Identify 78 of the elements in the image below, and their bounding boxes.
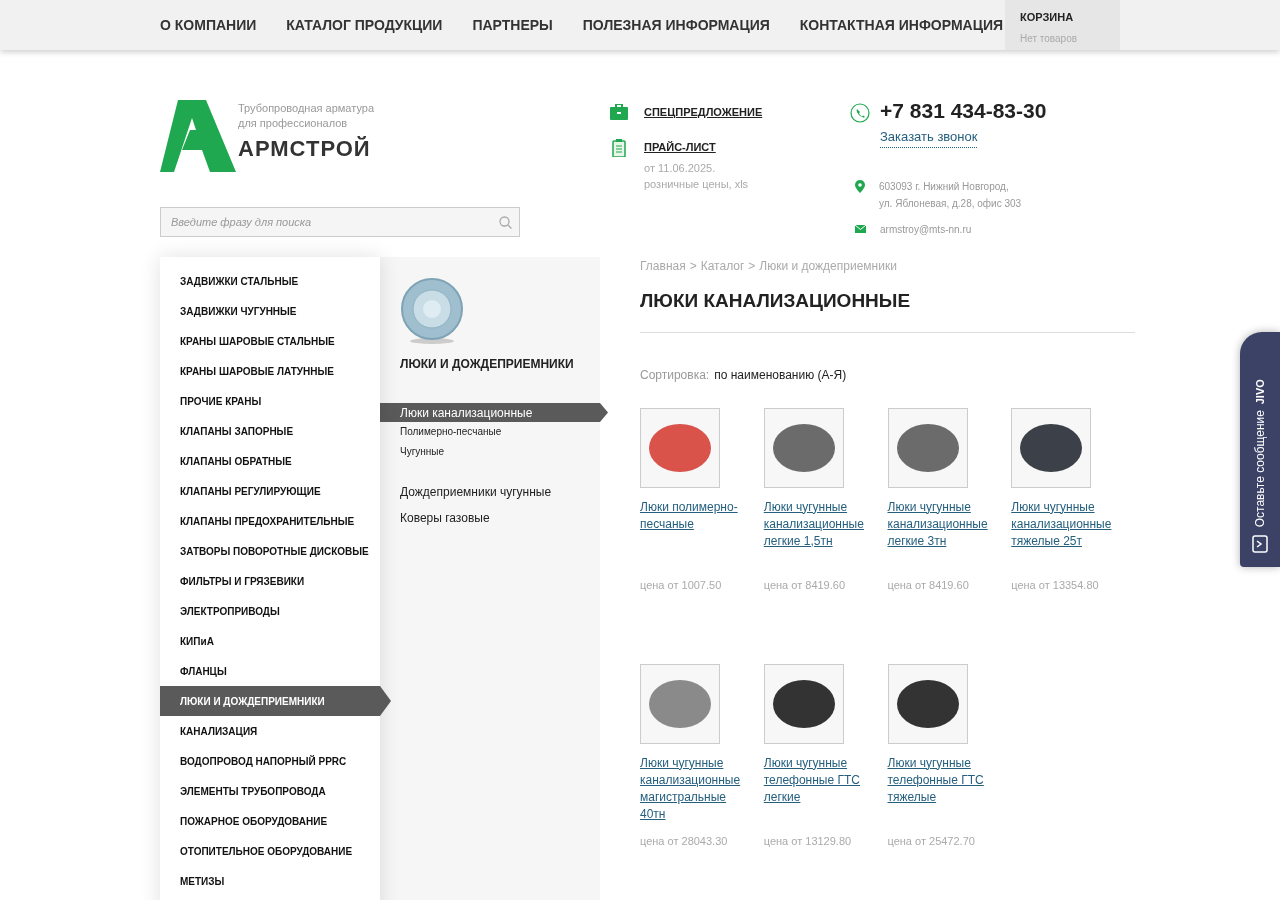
subpanel-title: ЛЮКИ И ДОЖДЕПРИЕМНИКИ bbox=[400, 356, 575, 373]
chat-widget-tab[interactable]: Оставьте сообщение JIVO bbox=[1240, 332, 1280, 567]
category-item[interactable]: ВОДОПРОВОД НАПОРНЫЙ PPRC bbox=[160, 746, 380, 776]
nav-link[interactable]: ПОЛЕЗНАЯ ИНФОРМАЦИЯ bbox=[582, 14, 770, 36]
category-item[interactable]: ОТОПИТЕЛЬНОЕ ОБОРУДОВАНИЕ bbox=[160, 836, 380, 866]
callback-link[interactable]: Заказать звонок bbox=[880, 127, 978, 148]
header-link[interactable]: СПЕЦПРЕДЛОЖЕНИЕ bbox=[644, 104, 763, 121]
product-price: цена от 25472.70 bbox=[887, 833, 976, 849]
category-item[interactable]: КИПиА bbox=[160, 626, 380, 656]
subcategory-item[interactable]: Дождеприемники чугунные bbox=[380, 482, 600, 501]
nav-link[interactable]: КОНТАКТНАЯ ИНФОРМАЦИЯ bbox=[799, 14, 1004, 36]
email-text: armstroy@mts-nn.ru bbox=[880, 222, 972, 237]
product-link[interactable]: Люки чугунные телефонные ГТС тяжелые bbox=[887, 754, 998, 825]
product-link[interactable]: Люки чугунные канализационные магистральные 40тн bbox=[640, 754, 750, 825]
category-item[interactable]: ЗАДВИЖКИ ЧУГУННЫЕ bbox=[160, 296, 380, 326]
price-list-note: розничные цены, xls bbox=[644, 177, 749, 192]
logo-tagline: Трубопроводная арматура bbox=[238, 101, 374, 116]
breadcrumb-separator: > bbox=[748, 258, 756, 275]
chat-widget-label: Оставьте сообщение bbox=[1252, 409, 1268, 527]
product-link[interactable]: Люки чугунные канализационные легкие 3тн bbox=[887, 498, 998, 569]
address-line: 603093 г. Нижний Новгород, bbox=[879, 179, 1010, 194]
logo-mark-icon bbox=[160, 100, 236, 172]
price-list-note: от 11.06.2025. bbox=[644, 161, 717, 176]
manhole-cover-icon bbox=[400, 277, 464, 345]
nav-link[interactable]: ПАРТНЕРЫ bbox=[472, 14, 553, 36]
subcategory-item[interactable]: Коверы газовые bbox=[380, 508, 600, 527]
chat-widget-brand: JIVO bbox=[1252, 378, 1267, 404]
sort-label: Сортировка: bbox=[640, 366, 710, 384]
category-item[interactable]: ПОЖАРНОЕ ОБОРУДОВАНИЕ bbox=[160, 806, 380, 836]
subcategory-child-item[interactable]: Чугунные bbox=[380, 442, 600, 462]
category-item[interactable]: ЭЛЕКТРОПРИВОДЫ bbox=[160, 596, 380, 626]
product-photo[interactable] bbox=[1011, 407, 1092, 488]
category-item[interactable]: КРАНЫ ШАРОВЫЕ СТАЛЬНЫЕ bbox=[160, 326, 380, 356]
logo-tagline: для профессионалов bbox=[238, 116, 349, 131]
category-item[interactable]: ФЛАНЦЫ bbox=[160, 656, 380, 686]
category-item[interactable]: КЛАПАНЫ РЕГУЛИРУЮЩИЕ bbox=[160, 476, 380, 506]
product-price: цена от 8419.60 bbox=[763, 577, 847, 593]
category-item[interactable]: КЛАПАНЫ ЗАПОРНЫЕ bbox=[160, 416, 380, 446]
breadcrumb-separator: > bbox=[689, 258, 697, 275]
category-item[interactable]: ФИЛЬТРЫ И ГРЯЗЕВИКИ bbox=[160, 566, 380, 596]
nav-link[interactable]: КАТАЛОГ ПРОДУКЦИИ bbox=[286, 14, 443, 36]
nav-link[interactable]: О КОМПАНИИ bbox=[160, 14, 257, 36]
cart-title: КОРЗИНА bbox=[1020, 10, 1075, 25]
category-item[interactable]: ЛЮКИ И ДОЖДЕПРИЕМНИКИ bbox=[160, 686, 391, 716]
product-link[interactable]: Люки чугунные канализационные легкие 1,5тн bbox=[763, 498, 874, 569]
product-photo[interactable] bbox=[763, 663, 844, 744]
phone-icon bbox=[850, 103, 870, 123]
category-item[interactable]: КАНАЛИЗАЦИЯ bbox=[160, 716, 380, 746]
category-item[interactable]: МЕТИЗЫ bbox=[160, 866, 380, 896]
product-price: цена от 1007.50 bbox=[640, 577, 723, 593]
location-pin-icon bbox=[855, 179, 865, 193]
sort-option[interactable]: по наименованию (А-Я) bbox=[714, 365, 847, 384]
category-item[interactable]: КРАНЫ ШАРОВЫЕ ЛАТУННЫЕ bbox=[160, 356, 380, 386]
phone-number: +7 831 434-83-30 bbox=[880, 98, 1047, 124]
category-item[interactable]: КЛАПАНЫ ОБРАТНЫЕ bbox=[160, 446, 380, 476]
product-link[interactable]: Люки полимерно-песчаные bbox=[640, 498, 750, 569]
briefcase-icon bbox=[610, 104, 628, 120]
clipboard-icon bbox=[612, 138, 626, 157]
product-link[interactable]: Люки чугунные телефонные ГТС легкие bbox=[763, 754, 874, 825]
search-field[interactable]: Введите фразу для поиска bbox=[160, 207, 520, 237]
address-line: ул. Яблоневая, д.28, офис 303 bbox=[879, 196, 1022, 211]
product-photo[interactable] bbox=[887, 663, 968, 744]
product-price: цена от 8419.60 bbox=[887, 577, 970, 593]
envelope-icon bbox=[855, 225, 866, 233]
product-price: цена от 13129.80 bbox=[763, 833, 853, 849]
category-item[interactable]: КЛАПАНЫ ПРЕДОХРАНИТЕЛЬНЫЕ bbox=[160, 506, 380, 536]
product-price: цена от 28043.30 bbox=[640, 833, 729, 849]
category-item[interactable]: ПРОЧИЕ КРАНЫ bbox=[160, 386, 380, 416]
subcategory-child-item[interactable]: Полимерно-песчаные bbox=[380, 422, 600, 442]
category-item[interactable]: ЗАТВОРЫ ПОВОРОТНЫЕ ДИСКОВЫЕ bbox=[160, 536, 380, 566]
page-heading: ЛЮКИ КАНАЛИЗАЦИОННЫЕ bbox=[640, 287, 1135, 333]
category-item[interactable]: ЗАДВИЖКИ СТАЛЬНЫЕ bbox=[160, 266, 380, 296]
product-price: цена от 13354.80 bbox=[1011, 577, 1100, 593]
subcategory-item[interactable]: Люки канализационные bbox=[380, 403, 608, 422]
product-link[interactable]: Люки чугунные канализационные тяжелые 25т bbox=[1011, 498, 1122, 569]
header-link[interactable]: ПРАЙС-ЛИСТ bbox=[644, 138, 749, 155]
category-item[interactable]: ЭЛЕМЕНТЫ ТРУБОПРОВОДА bbox=[160, 776, 380, 806]
logo-wordmark: АРМСТРОЙ bbox=[238, 137, 372, 161]
